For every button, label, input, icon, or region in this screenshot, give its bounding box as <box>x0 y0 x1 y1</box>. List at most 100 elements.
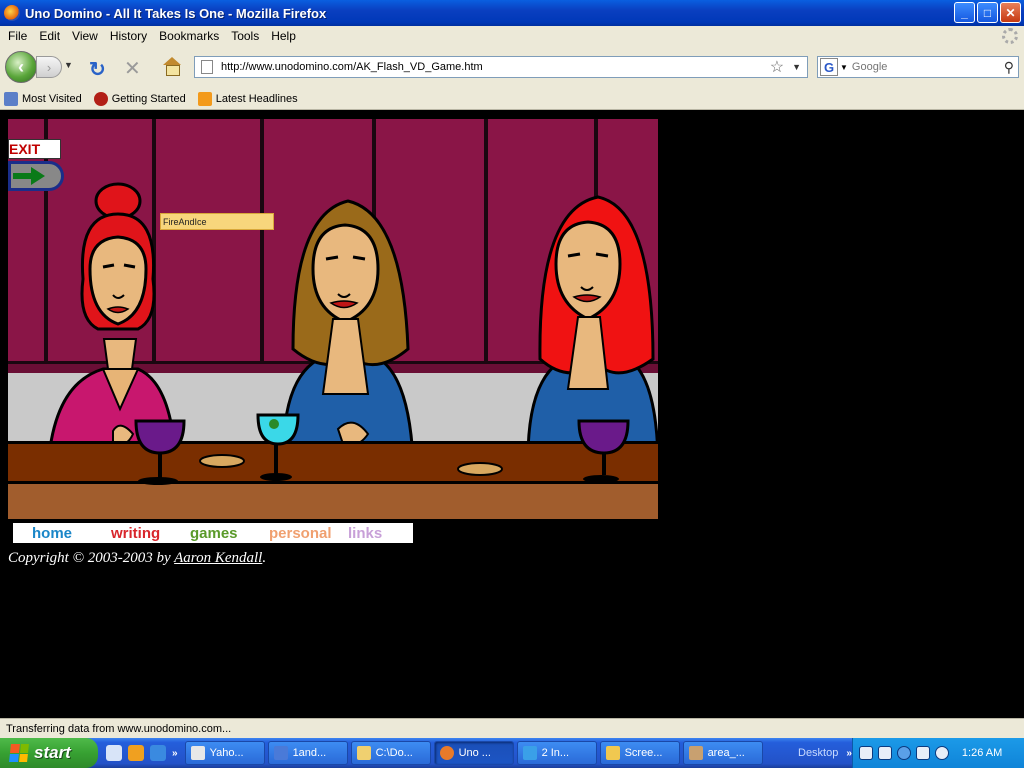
close-button[interactable]: ✕ <box>1000 2 1021 23</box>
menu-file[interactable]: File <box>2 29 33 43</box>
bookmark-latest-headlines[interactable]: Latest Headlines <box>197 91 298 106</box>
chrome-icon <box>190 746 205 760</box>
nav-games-link[interactable]: games <box>190 525 250 542</box>
firefox-icon <box>439 746 454 760</box>
task-1and[interactable]: 1and... <box>267 741 348 765</box>
nav-writing-link[interactable]: writing <box>111 525 171 542</box>
ie-icon[interactable] <box>150 745 166 761</box>
nav-links-link[interactable]: links <box>348 525 408 542</box>
search-input[interactable] <box>851 61 992 73</box>
notification-area: 1:26 AM <box>851 738 1024 768</box>
url-bar[interactable]: http://www.unodomino.com/AK_Flash_VD_Gam… <box>194 56 808 78</box>
task-label: 2 In... <box>541 747 570 759</box>
engine-dropdown-icon[interactable]: ▼ <box>840 63 848 72</box>
menu-bookmarks[interactable]: Bookmarks <box>153 29 225 43</box>
author-link[interactable]: Aaron Kendall <box>174 550 262 566</box>
task-label: 1and... <box>292 747 327 759</box>
start-label: start <box>34 743 71 762</box>
task-explorer[interactable]: C:\Do... <box>350 741 431 765</box>
google-engine-icon[interactable]: G <box>820 58 838 76</box>
nav-home-link[interactable]: home <box>32 525 92 542</box>
ie-icon <box>522 746 537 760</box>
chevron-left-icon[interactable] <box>896 746 911 760</box>
exit-button[interactable]: EXIT <box>8 139 61 159</box>
quick-launch: » <box>106 745 178 761</box>
menu-bar: File Edit View History Bookmarks Tools H… <box>0 26 1024 46</box>
reload-button[interactable]: ↻ <box>89 57 106 82</box>
minimize-button[interactable]: _ <box>954 2 975 23</box>
page-content: EXIT FireAndIce home writing games perso… <box>0 111 1024 718</box>
forward-arrow-icon: › <box>46 59 52 75</box>
maximize-button[interactable]: □ <box>977 2 998 23</box>
bookmark-star-icon[interactable]: ☆ <box>770 57 784 77</box>
bookmark-most-visited[interactable]: Most Visited <box>4 91 82 106</box>
nav-personal-link[interactable]: personal <box>269 525 332 542</box>
purple-drink-right[interactable] <box>577 419 630 483</box>
show-desktop-icon[interactable] <box>106 745 122 761</box>
folder-icon <box>356 746 371 760</box>
history-dropdown-icon[interactable]: ▼ <box>64 60 73 70</box>
firefox-icon <box>93 91 108 106</box>
windows-logo-icon <box>9 744 29 762</box>
forward-button[interactable]: › <box>36 56 62 78</box>
site-nav: home writing games personal links <box>13 523 413 543</box>
quick-launch-more-icon[interactable]: » <box>172 748 178 759</box>
plate[interactable] <box>457 462 503 476</box>
paint-icon <box>688 746 703 760</box>
bookmark-getting-started[interactable]: Getting Started <box>93 91 186 106</box>
firefox-icon <box>4 5 20 21</box>
purple-drink-left[interactable] <box>134 419 186 485</box>
url-dropdown-icon[interactable]: ▼ <box>792 62 801 72</box>
home-button[interactable] <box>162 57 182 76</box>
page-icon <box>201 60 213 74</box>
task-label: area_... <box>707 747 745 759</box>
bookmarks-toolbar: Most Visited Getting Started Latest Head… <box>0 88 1024 110</box>
task-ie[interactable]: 2 In... <box>516 741 597 765</box>
rss-icon <box>197 91 212 106</box>
window-controls: _ □ ✕ <box>954 2 1021 23</box>
menu-help[interactable]: Help <box>265 29 302 43</box>
tray-app-icon[interactable] <box>915 746 930 760</box>
task-label: Scree... <box>624 747 663 759</box>
task-yahoo[interactable]: Yaho... <box>184 741 265 765</box>
task-uno-firefox[interactable]: Uno ... <box>433 741 514 765</box>
menu-edit[interactable]: Edit <box>33 29 66 43</box>
tray-app-icon[interactable] <box>934 746 949 760</box>
url-text[interactable]: http://www.unodomino.com/AK_Flash_VD_Gam… <box>221 61 770 73</box>
search-icon[interactable]: ⚲ <box>1004 59 1014 76</box>
back-button[interactable]: ‹ <box>5 51 37 83</box>
right-arrow-icon <box>13 167 47 185</box>
stop-button[interactable]: ✕ <box>124 56 141 81</box>
status-text: Transferring data from www.unodomino.com… <box>6 722 232 735</box>
menu-tools[interactable]: Tools <box>225 29 265 43</box>
throbber-icon <box>1002 28 1018 44</box>
copyright-text: Copyright © 2003-2003 by <box>8 550 175 566</box>
back-arrow-icon: ‹ <box>18 56 24 77</box>
nav-toolbar: ‹ › ▼ ↻ ✕ http://www.unodomino.com/AK_Fl… <box>0 46 1024 88</box>
start-button[interactable]: start <box>0 738 98 768</box>
task-screenshots[interactable]: Scree... <box>599 741 680 765</box>
task-area[interactable]: area_... <box>682 741 763 765</box>
search-bar[interactable]: G ▼ ⚲ <box>817 56 1019 78</box>
clock[interactable]: 1:26 AM <box>962 747 1002 759</box>
bookmark-label: Most Visited <box>22 92 82 105</box>
menu-view[interactable]: View <box>66 29 104 43</box>
cyan-drink[interactable] <box>256 413 300 481</box>
copyright-suffix: . <box>262 550 267 566</box>
task-label: Uno ... <box>458 747 491 759</box>
plate[interactable] <box>199 454 245 468</box>
status-bar: Transferring data from www.unodomino.com… <box>0 718 1024 738</box>
desktop-toolbar[interactable]: Desktop <box>798 747 838 759</box>
task-label: Yaho... <box>209 747 244 759</box>
most-visited-icon <box>4 91 18 106</box>
next-arrow-button[interactable] <box>8 161 64 191</box>
bar-items <box>134 413 630 485</box>
folder-icon <box>605 746 620 760</box>
messenger-icon[interactable] <box>128 745 144 761</box>
network-icon[interactable] <box>877 746 892 760</box>
window-title: Uno Domino - All It Takes Is One - Mozil… <box>25 5 327 21</box>
taskbar: start » Yaho... 1and... C:\Do... Uno ...… <box>0 738 1024 768</box>
menu-history[interactable]: History <box>104 29 153 43</box>
help-icon[interactable] <box>858 746 873 760</box>
flash-game[interactable]: EXIT FireAndIce <box>8 119 658 519</box>
